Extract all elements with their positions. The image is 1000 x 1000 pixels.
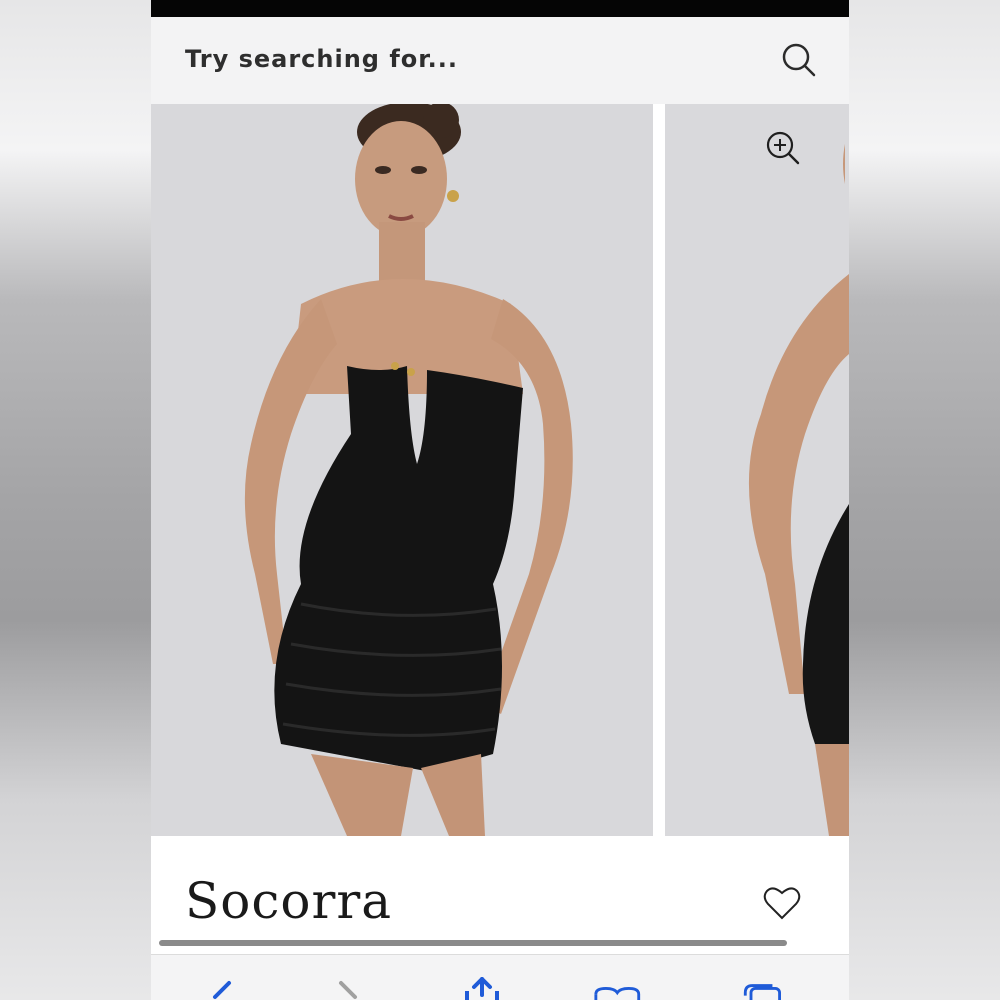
product-title: Socorra [185,872,393,930]
product-image-gallery[interactable] [151,104,849,836]
forward-arrow-icon[interactable] [329,977,379,1000]
mobile-browser-screen: Try searching for... Socorra [151,0,849,1000]
back-arrow-icon[interactable] [201,977,251,1000]
heart-icon[interactable] [762,884,802,922]
product-photo-next[interactable] [665,104,849,836]
blurred-background-left [0,0,151,1000]
search-icon[interactable] [781,42,817,78]
search-bar[interactable]: Try searching for... [151,17,849,104]
browser-toolbar [151,954,849,1000]
product-photo-main[interactable] [151,104,653,836]
product-photo-next-image [665,104,849,836]
zoom-in-icon[interactable] [765,130,801,166]
tabs-icon[interactable] [741,977,791,1000]
product-header: Socorra [151,836,849,946]
share-icon[interactable] [457,977,507,1000]
status-bar [151,0,849,17]
blurred-background-right [849,0,1000,1000]
search-input[interactable]: Try searching for... [185,45,458,73]
bookmarks-icon[interactable] [593,977,643,1000]
horizontal-scrollbar[interactable] [159,940,787,946]
